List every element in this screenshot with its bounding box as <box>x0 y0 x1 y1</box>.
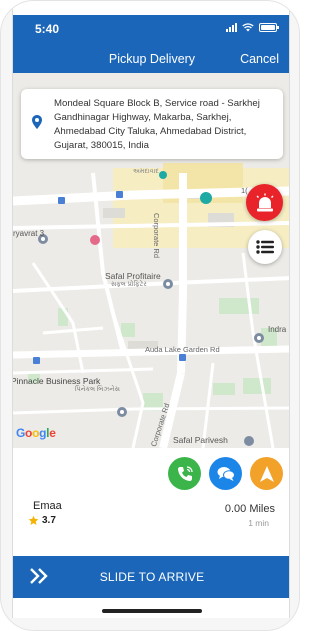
device-frame: 5:40 Pickup Delivery Cancel ryavrat 3 Sa… <box>0 0 300 631</box>
app-screen: 5:40 Pickup Delivery Cancel ryavrat 3 Sa… <box>12 1 290 618</box>
slide-label: SLIDE TO ARRIVE <box>99 570 205 584</box>
trip-duration: 1 min <box>248 518 269 528</box>
pickup-address-card[interactable]: Mondeal Square Block B, Service road - S… <box>21 89 283 159</box>
siren-icon <box>256 193 273 211</box>
address-line-2: Gandhinagar Highway, Makarba, Sarkhej, <box>54 112 232 123</box>
chat-button[interactable] <box>209 457 242 490</box>
trip-distance: 0.00 Miles <box>224 503 275 515</box>
top-bar: 5:40 Pickup Delivery Cancel <box>13 15 289 73</box>
call-button[interactable] <box>168 457 201 490</box>
signal-icon <box>226 23 237 32</box>
phone-icon <box>177 465 193 481</box>
map-label-safal-profitaire-gu: સફલ પ્રોફિટેર <box>111 281 147 288</box>
driver-rating: 3.7 <box>28 515 56 526</box>
map-label-top-gu: અમદાવાદ <box>133 168 159 175</box>
home-indicator <box>102 609 202 613</box>
cancel-button[interactable]: Cancel <box>240 52 279 66</box>
map-label-num: 1( <box>241 186 248 195</box>
chat-bubbles-icon <box>217 466 235 481</box>
google-logo-g: G <box>16 426 26 440</box>
driver-name: Emaa <box>33 500 62 512</box>
address-line-4: Gujarat, 380015, India <box>54 140 149 151</box>
map-label-safal-parivesh: Safal Parivesh <box>173 435 228 445</box>
navigate-button[interactable] <box>250 457 283 490</box>
map-label-safal-profitaire: Safal Profitaire <box>105 271 161 281</box>
location-pin-icon <box>32 115 42 129</box>
address-line-1: Mondeal Square Block B, Service road - S… <box>54 98 260 109</box>
list-icon <box>256 240 274 254</box>
list-button[interactable] <box>248 230 282 264</box>
sos-button[interactable] <box>246 184 283 221</box>
status-time: 5:40 <box>35 22 60 36</box>
road-label-auda: Auda Lake Garden Rd <box>145 345 220 354</box>
star-icon <box>28 515 39 525</box>
navigation-arrow-icon <box>259 465 274 482</box>
slide-to-arrive[interactable]: SLIDE TO ARRIVE <box>13 556 289 598</box>
map-label-pinnacle-gu: પિનેકલ બિઝનેસ <box>75 386 120 393</box>
rating-value: 3.7 <box>42 515 56 526</box>
address-line-3: Ahmedabad City Taluka, Ahmedabad Distric… <box>54 126 247 137</box>
battery-icon <box>259 23 279 32</box>
map-label-indra: Indra <box>268 325 287 334</box>
map-label-vrajvrat: ryavrat 3 <box>13 229 45 238</box>
map-label-pinnacle: Pinnacle Business Park <box>13 376 101 386</box>
status-icons <box>226 23 279 32</box>
road-label-corporate-1: Corporate Rd <box>152 213 161 259</box>
wifi-icon <box>242 23 254 32</box>
google-logo: Google <box>16 426 56 440</box>
google-logo-e: e <box>49 426 56 440</box>
